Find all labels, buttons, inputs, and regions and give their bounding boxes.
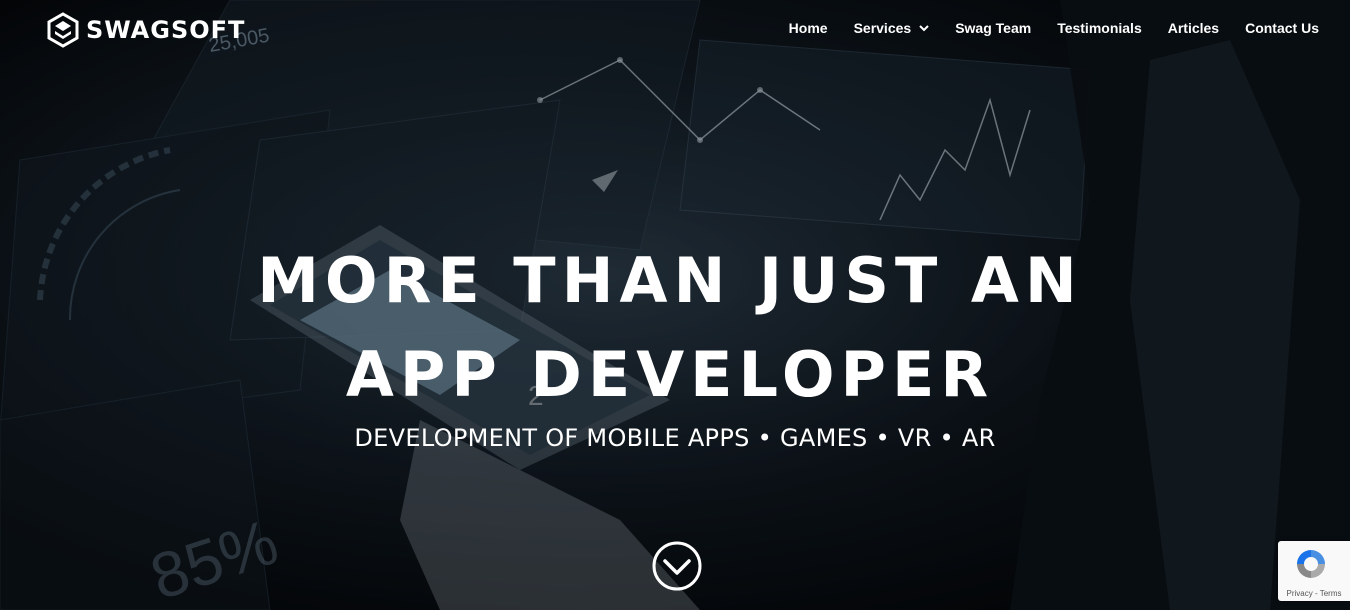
recaptcha-icon [1297,550,1325,578]
recaptcha-terms-link[interactable]: Terms [1320,589,1342,598]
nav-item-swag-team[interactable]: Swag Team [955,20,1031,36]
hero-section: 25,005 85% 2 SWAGSOFT Home Services Swag… [0,0,1350,610]
hero-headline-line-1: MORE THAN JUST AN [257,244,1083,317]
chevron-down-circle-icon[interactable] [651,540,703,592]
main-navigation: Home Services Swag Team Testimonials Art… [789,20,1319,36]
recaptcha-privacy-link[interactable]: Privacy [1287,589,1313,598]
hexagon-logo-icon [47,12,79,48]
brand-name: SWAGSOFT [86,16,246,44]
nav-item-services-label: Services [853,20,912,36]
hero-headline: MORE THAN JUST AN APP DEVELOPER [0,234,1340,422]
recaptcha-separator: - [1312,589,1320,598]
hero-subheadline: DEVELOPMENT OF MOBILE APPS • GAMES • VR … [354,424,996,452]
brand-logo[interactable]: SWAGSOFT [46,12,245,48]
nav-item-contact-us[interactable]: Contact Us [1245,20,1319,36]
recaptcha-badge[interactable]: Privacy - Terms [1278,541,1350,601]
recaptcha-links: Privacy - Terms [1278,589,1350,598]
nav-item-testimonials[interactable]: Testimonials [1057,20,1142,36]
chevron-down-icon [919,25,929,32]
nav-item-services[interactable]: Services [854,20,930,36]
hero-headline-line-2: APP DEVELOPER [345,338,995,411]
nav-item-home[interactable]: Home [789,20,828,36]
nav-item-articles[interactable]: Articles [1168,20,1219,36]
